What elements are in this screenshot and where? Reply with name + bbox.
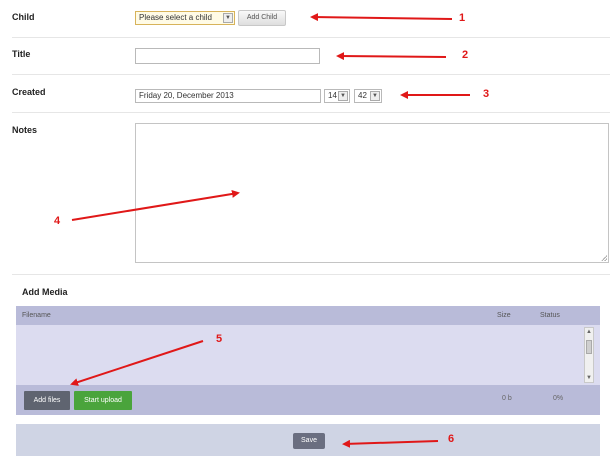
annotation-arrows: [70, 13, 470, 448]
arrow-icon: [71, 190, 240, 221]
annotation-number: 4: [54, 215, 61, 227]
arrow-icon: [342, 439, 439, 448]
annotation-number: 6: [448, 433, 455, 445]
annotation-number: 3: [483, 88, 490, 100]
arrow-icon: [310, 13, 453, 22]
annotation-number: 1: [459, 12, 466, 24]
arrow-icon: [336, 52, 447, 61]
annotation-number: 2: [462, 49, 469, 61]
annotation-number: 5: [216, 333, 223, 345]
arrow-icon: [70, 340, 204, 386]
